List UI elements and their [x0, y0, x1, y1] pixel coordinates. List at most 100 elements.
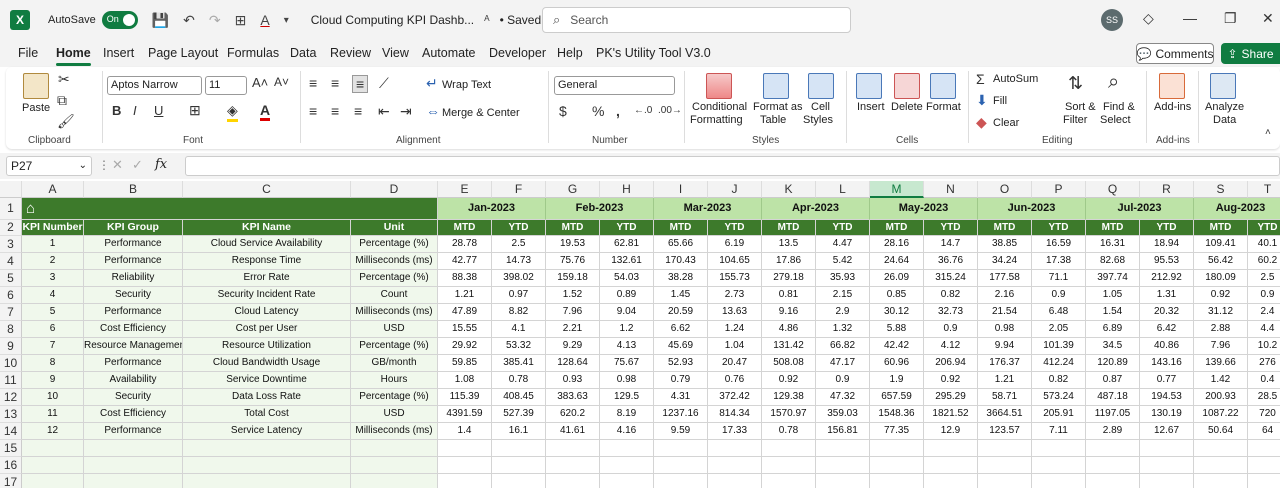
increase-indent-icon[interactable]: ⇥	[400, 103, 412, 120]
empty-cell[interactable]	[654, 474, 708, 488]
empty-cell[interactable]	[708, 457, 762, 474]
table-cell[interactable]: 0.81	[762, 287, 816, 304]
row-header-3[interactable]: 3	[0, 236, 22, 253]
table-cell[interactable]: 82.68	[1086, 253, 1140, 270]
table-cell[interactable]: 1	[22, 236, 84, 253]
align-right-icon[interactable]: ≡	[354, 103, 362, 119]
table-cell[interactable]: Performance	[84, 355, 183, 372]
table-cell[interactable]: 65.66	[654, 236, 708, 253]
empty-cell[interactable]	[1032, 474, 1086, 488]
empty-cell[interactable]	[978, 440, 1032, 457]
table-cell[interactable]: 129.5	[600, 389, 654, 406]
table-cell[interactable]: 42.77	[438, 253, 492, 270]
table-cell[interactable]: 6.42	[1140, 321, 1194, 338]
tab-review[interactable]: Review	[330, 46, 371, 60]
table-cell[interactable]: 4.47	[816, 236, 870, 253]
format-cells-button[interactable]: Format	[926, 101, 961, 113]
table-cell[interactable]: 527.39	[492, 406, 546, 423]
sensitivity-icon[interactable]: ᴬ	[484, 13, 489, 27]
empty-cell[interactable]	[492, 457, 546, 474]
table-cell[interactable]: 34.5	[1086, 338, 1140, 355]
table-cell[interactable]: 34.24	[978, 253, 1032, 270]
redo-icon[interactable]: ↷	[209, 12, 221, 29]
table-cell[interactable]: Cost Efficiency	[84, 406, 183, 423]
table-cell[interactable]: 35.93	[816, 270, 870, 287]
table-cell[interactable]: 0.98	[600, 372, 654, 389]
table-cell[interactable]: 8	[22, 355, 84, 372]
table-cell[interactable]: 4.12	[924, 338, 978, 355]
table-cell[interactable]: 109.41	[1194, 236, 1248, 253]
table-cell[interactable]: 18.94	[1140, 236, 1194, 253]
empty-cell[interactable]	[84, 457, 183, 474]
table-cell[interactable]: Cloud Bandwidth Usage	[183, 355, 351, 372]
table-cell[interactable]: 45.69	[654, 338, 708, 355]
table-cell[interactable]: 5.88	[870, 321, 924, 338]
table-cell[interactable]: 620.2	[546, 406, 600, 423]
merge-center-button[interactable]: Merge & Center	[442, 107, 520, 119]
empty-cell[interactable]	[1194, 474, 1248, 488]
tab-automate[interactable]: Automate	[422, 46, 476, 60]
table-cell[interactable]: 177.58	[978, 270, 1032, 287]
table-cell[interactable]: 573.24	[1032, 389, 1086, 406]
table-cell[interactable]: 2	[22, 253, 84, 270]
table-cell[interactable]: 2.9	[816, 304, 870, 321]
empty-cell[interactable]	[600, 440, 654, 457]
table-cell[interactable]: 9.29	[546, 338, 600, 355]
format-as-table-icon[interactable]	[763, 73, 789, 99]
empty-cell[interactable]	[546, 440, 600, 457]
table-cell[interactable]: 6.62	[654, 321, 708, 338]
table-cell[interactable]: 28.5	[1248, 389, 1280, 406]
table-cell[interactable]: Security Incident Rate	[183, 287, 351, 304]
table-cell[interactable]: 9.59	[654, 423, 708, 440]
table-cell[interactable]: 104.65	[708, 253, 762, 270]
table-cell[interactable]: Milliseconds (ms)	[351, 253, 438, 270]
table-cell[interactable]: 398.02	[492, 270, 546, 287]
home-icon[interactable]: ⌂	[26, 200, 44, 217]
table-cell[interactable]: 487.18	[1086, 389, 1140, 406]
table-cell[interactable]: 17.33	[708, 423, 762, 440]
clear-icon[interactable]: ◆	[976, 114, 987, 131]
paste-button[interactable]: Paste	[22, 102, 50, 114]
column-header-R[interactable]: R	[1140, 181, 1194, 198]
row-header-16[interactable]: 16	[0, 457, 22, 474]
currency-icon[interactable]: $	[559, 103, 567, 119]
table-cell[interactable]: 0.92	[762, 372, 816, 389]
table-cell[interactable]: 143.16	[1140, 355, 1194, 372]
font-color-icon[interactable]: A	[260, 12, 269, 28]
column-header-M[interactable]: M	[870, 181, 924, 198]
table-cell[interactable]: 52.93	[654, 355, 708, 372]
align-top-icon[interactable]: ≡	[309, 75, 317, 91]
table-cell[interactable]: 12.9	[924, 423, 978, 440]
table-cell[interactable]: 19.53	[546, 236, 600, 253]
table-cell[interactable]: 95.53	[1140, 253, 1194, 270]
spreadsheet-grid[interactable]: A B C D E F G H I J K L M N O P Q R S T 1 2 3 4 5 6 7 8 9 10 11 12 13 14 1…	[0, 181, 1280, 488]
empty-cell[interactable]	[924, 457, 978, 474]
table-cell[interactable]: 3	[22, 270, 84, 287]
column-header-D[interactable]: D	[351, 181, 438, 198]
table-cell[interactable]: 205.91	[1032, 406, 1086, 423]
table-cell[interactable]: 180.09	[1194, 270, 1248, 287]
empty-cell[interactable]	[870, 457, 924, 474]
empty-cell[interactable]	[183, 457, 351, 474]
table-cell[interactable]: 0.77	[1140, 372, 1194, 389]
table-cell[interactable]: 132.61	[600, 253, 654, 270]
table-cell[interactable]: 16.1	[492, 423, 546, 440]
table-cell[interactable]: 58.71	[978, 389, 1032, 406]
table-cell[interactable]: 54.03	[600, 270, 654, 287]
cell-styles-button[interactable]: Cell	[811, 101, 830, 113]
mtd-header[interactable]: MTD	[978, 220, 1032, 236]
table-cell[interactable]: 206.94	[924, 355, 978, 372]
empty-cell[interactable]	[1032, 440, 1086, 457]
table-cell[interactable]: 0.82	[924, 287, 978, 304]
table-cell[interactable]: 359.03	[816, 406, 870, 423]
table-cell[interactable]: 0.89	[600, 287, 654, 304]
table-cell[interactable]: 2.15	[816, 287, 870, 304]
column-header-L[interactable]: L	[816, 181, 870, 198]
empty-cell[interactable]	[22, 440, 84, 457]
table-cell[interactable]: 2.5	[492, 236, 546, 253]
tab-insert[interactable]: Insert	[103, 46, 134, 60]
analyze-data-button[interactable]: Analyze	[1205, 101, 1244, 113]
decrease-decimal-icon[interactable]: .00→	[658, 105, 682, 116]
empty-cell[interactable]	[22, 457, 84, 474]
table-cell[interactable]: Security	[84, 287, 183, 304]
